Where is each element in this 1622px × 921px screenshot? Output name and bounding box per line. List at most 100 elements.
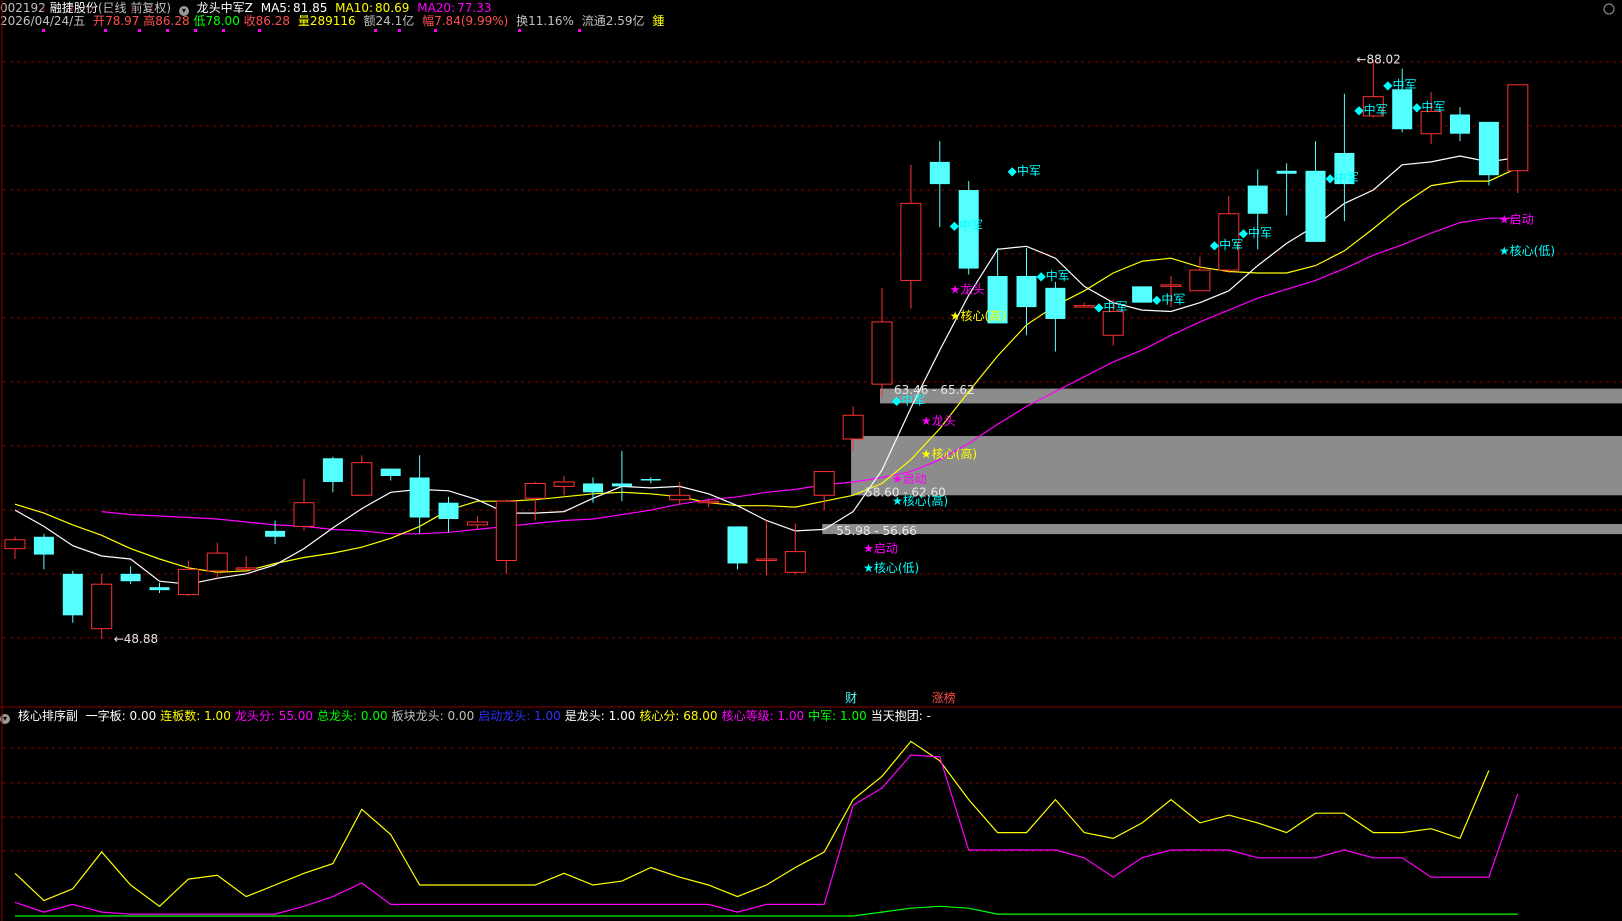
signal-7: ★核心(高) bbox=[950, 308, 1006, 323]
candle-body bbox=[409, 477, 430, 518]
price-zone-2 bbox=[880, 388, 1622, 404]
candle-22 bbox=[640, 477, 661, 484]
candle-32 bbox=[929, 141, 950, 228]
top-marker-dot-10 bbox=[518, 29, 521, 32]
candle-41 bbox=[1189, 256, 1211, 292]
candle-body bbox=[669, 494, 691, 501]
candle-0 bbox=[4, 536, 26, 560]
candle-body bbox=[1276, 170, 1297, 174]
candle-2 bbox=[62, 570, 83, 623]
signal-10: ◆中军 bbox=[1008, 163, 1041, 178]
signal-12: ◆中军 bbox=[1094, 299, 1127, 314]
price-label-0: ←48.88 bbox=[114, 632, 158, 646]
candle-body bbox=[1392, 89, 1413, 130]
signal-3: ★核心(高) bbox=[892, 493, 948, 508]
top-marker-dot-1 bbox=[104, 29, 107, 32]
candle-31 bbox=[900, 164, 922, 309]
candle-body bbox=[177, 568, 199, 596]
candle-body bbox=[1045, 287, 1066, 319]
signal-18: ◆中军 bbox=[1383, 77, 1416, 92]
signal-15: ◆中军 bbox=[1239, 225, 1272, 240]
candle-12 bbox=[351, 455, 373, 496]
candle-39 bbox=[1132, 286, 1153, 303]
window-control-icon bbox=[1603, 3, 1615, 15]
candle-body bbox=[62, 573, 83, 616]
candle-30 bbox=[871, 287, 893, 398]
candle-5 bbox=[149, 582, 170, 594]
candle-25 bbox=[727, 526, 748, 570]
candle-body bbox=[1478, 121, 1499, 176]
candle-7 bbox=[206, 542, 228, 579]
top-marker-dot-9 bbox=[434, 29, 437, 32]
candle-body bbox=[235, 567, 257, 570]
top-marker-dot-4 bbox=[194, 29, 197, 32]
candle-body bbox=[1132, 286, 1153, 303]
candle-36 bbox=[1045, 281, 1066, 352]
candle-body bbox=[929, 161, 950, 185]
candle-body bbox=[698, 500, 720, 504]
candle-body bbox=[149, 587, 170, 591]
signal-8: ★龙头 bbox=[950, 282, 985, 296]
candle-17 bbox=[495, 499, 517, 574]
top-marker-dot-11 bbox=[578, 29, 581, 32]
sub-series-1 bbox=[14, 754, 1519, 915]
candle-body bbox=[33, 536, 54, 555]
candle-50 bbox=[1450, 107, 1470, 142]
price-chart[interactable]: ←48.88←88.0255.98 - 56.6658.60 - 62.6063… bbox=[0, 0, 1622, 921]
candle-42 bbox=[1218, 195, 1240, 274]
signal-21: ★核心(低) bbox=[1499, 244, 1555, 258]
candle-15 bbox=[438, 496, 459, 533]
candle-37 bbox=[1073, 302, 1095, 308]
candle-4 bbox=[120, 566, 141, 585]
event-marker-1: 涨榜 bbox=[932, 690, 956, 705]
sub-series-0 bbox=[14, 740, 1490, 908]
candle-body bbox=[1247, 185, 1268, 214]
candle-8 bbox=[235, 556, 257, 573]
candle-body bbox=[1016, 275, 1037, 308]
signal-2: ★启动 bbox=[892, 472, 927, 486]
candle-body bbox=[611, 483, 632, 487]
candle-21 bbox=[611, 450, 632, 502]
candle-body bbox=[4, 539, 26, 550]
candle-10 bbox=[293, 478, 315, 531]
candle-11 bbox=[322, 456, 343, 493]
candle-body bbox=[120, 573, 141, 582]
candle-body bbox=[1189, 269, 1211, 292]
signal-11: ◆中军 bbox=[1037, 268, 1070, 283]
candle-body bbox=[524, 482, 546, 499]
candle-body bbox=[1507, 84, 1529, 172]
candle-20 bbox=[583, 477, 603, 503]
candle-16 bbox=[466, 516, 488, 530]
top-marker-dot-0 bbox=[42, 29, 45, 32]
candle-35 bbox=[1016, 247, 1037, 336]
event-marker-0: 财 bbox=[845, 691, 857, 705]
candle-body bbox=[900, 202, 922, 281]
candle-body bbox=[293, 502, 315, 527]
candle-body bbox=[466, 521, 488, 526]
top-marker-dot-2 bbox=[138, 29, 141, 32]
candle-18 bbox=[524, 481, 546, 521]
candle-52 bbox=[1507, 84, 1529, 193]
candle-19 bbox=[553, 476, 575, 496]
price-label-1: ←88.02 bbox=[1356, 53, 1400, 67]
price-zone-0 bbox=[822, 524, 1622, 535]
signal-20: ★启动 bbox=[1499, 213, 1534, 227]
signal-19: ◆中军 bbox=[1412, 99, 1445, 114]
signal-6: ◆中军 bbox=[892, 392, 925, 407]
candle-body bbox=[322, 458, 343, 482]
candle-26 bbox=[755, 520, 777, 576]
candle-body bbox=[813, 471, 835, 496]
signal-17: ◆中军 bbox=[1354, 102, 1387, 117]
candle-44 bbox=[1276, 163, 1297, 216]
candle-body bbox=[755, 558, 777, 562]
candle-body bbox=[1160, 284, 1182, 287]
candle-body bbox=[206, 552, 228, 572]
candle-body bbox=[583, 483, 603, 493]
candle-body bbox=[640, 478, 661, 481]
signal-9: ◆中军 bbox=[950, 218, 983, 233]
top-marker-dot-3 bbox=[166, 29, 169, 32]
top-marker-dot-6 bbox=[258, 29, 261, 32]
candle-body bbox=[842, 414, 864, 440]
candle-51 bbox=[1478, 121, 1499, 186]
candle-body bbox=[1420, 111, 1442, 135]
